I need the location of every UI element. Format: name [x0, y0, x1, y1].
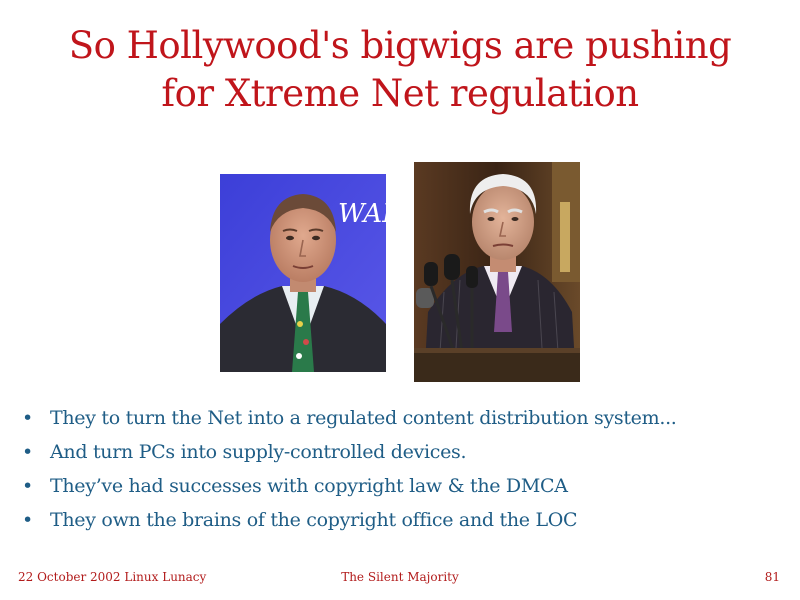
- photo-sign-text: WALT: [338, 199, 386, 229]
- bullet-item: • They’ve had successes with copyright la…: [22, 469, 677, 503]
- photo-speaker-left-image: WALT: [220, 174, 386, 372]
- slide-title-line-2: for Xtreme Net regulation: [161, 72, 639, 115]
- bullet-item: • They own the brains of the copyright of…: [22, 503, 677, 537]
- bullet-text: They to turn the Net into a regulated co…: [50, 407, 677, 429]
- bullet-marker: •: [22, 475, 33, 497]
- footer-presentation-title: The Silent Majority: [341, 570, 459, 584]
- bullet-list: • They to turn the Net into a regulated c…: [22, 401, 677, 537]
- slide-title-line-1: So Hollywood's bigwigs are pushing: [68, 24, 732, 67]
- bullet-marker: •: [22, 407, 33, 429]
- bullet-marker: •: [22, 441, 33, 463]
- bullet-text: And turn PCs into supply-controlled devi…: [50, 441, 467, 463]
- footer-page-number: 81: [764, 570, 780, 584]
- bullet-marker: •: [22, 509, 33, 531]
- bullet-text: They’ve had successes with copyright law…: [50, 475, 568, 497]
- photo-speaker-right: [414, 162, 580, 382]
- photo-speaker-left: WALT: [220, 174, 386, 372]
- bullet-item: • They to turn the Net into a regulated c…: [22, 401, 677, 435]
- bullet-text: They own the brains of the copyright off…: [50, 509, 578, 531]
- photo-speaker-right-image: [414, 162, 580, 382]
- slide-title: So Hollywood's bigwigs are pushing for X…: [0, 22, 800, 118]
- bullet-item: • And turn PCs into supply-controlled dev…: [22, 435, 677, 469]
